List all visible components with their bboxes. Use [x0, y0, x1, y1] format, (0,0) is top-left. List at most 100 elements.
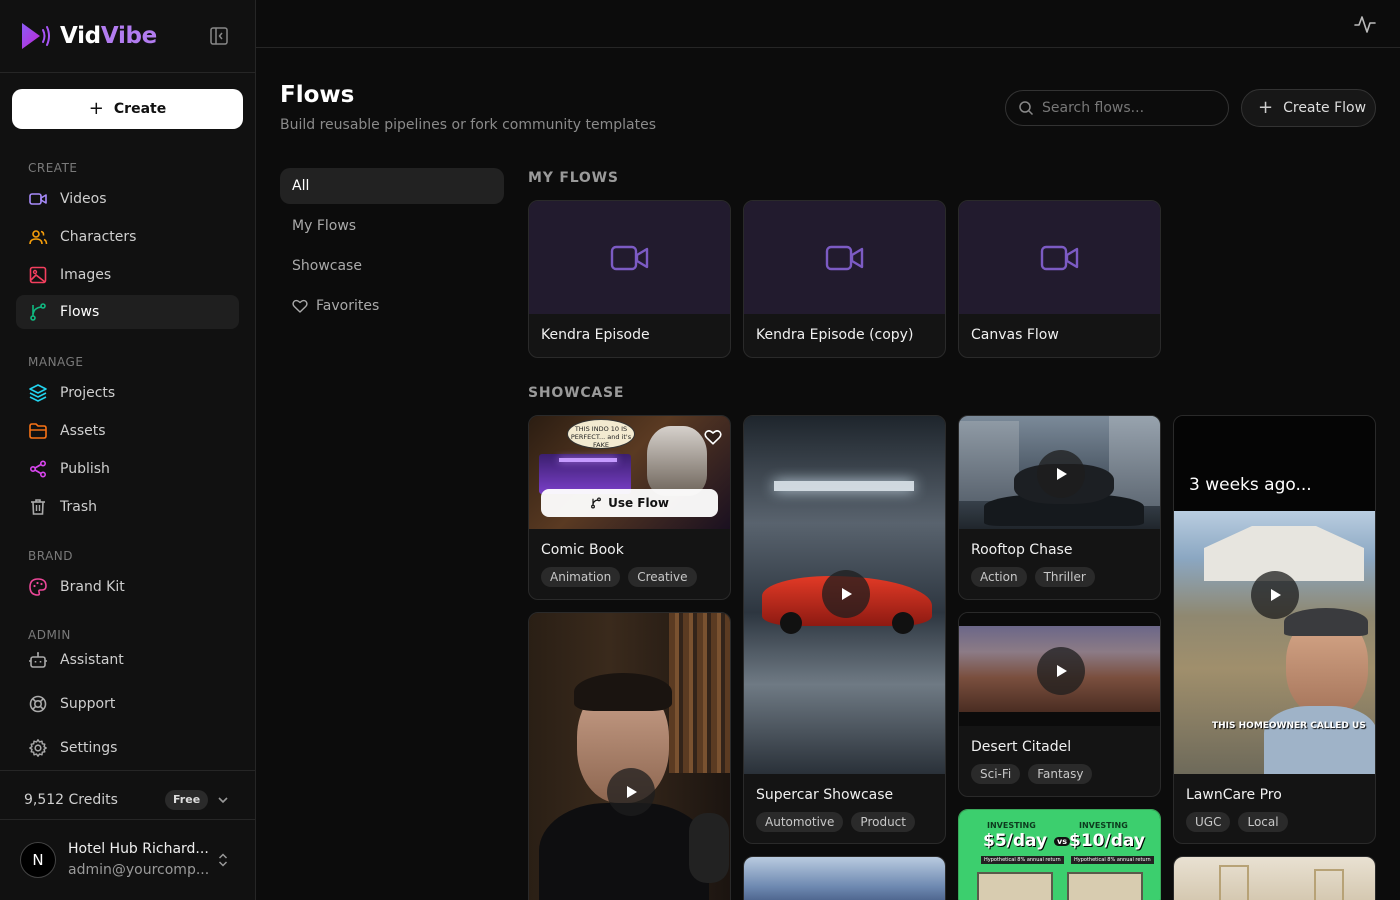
sidebar-item-support[interactable]: Support: [16, 687, 239, 721]
sidebar-item-settings[interactable]: Settings: [16, 731, 239, 765]
play-button[interactable]: [607, 768, 655, 816]
sidebar-item-publish[interactable]: Publish: [16, 452, 239, 486]
my-flow-card[interactable]: Kendra Episode: [528, 200, 731, 358]
thumbnail-frame: [1314, 869, 1344, 900]
my-flow-card[interactable]: Kendra Episode (copy): [743, 200, 946, 358]
showcase-card-partial[interactable]: [1173, 856, 1376, 900]
create-button[interactable]: + Create: [12, 89, 243, 129]
filter-showcase[interactable]: Showcase: [280, 248, 504, 284]
tag-list: UGC Local: [1186, 812, 1288, 832]
section-title-brand: BRAND: [28, 549, 74, 563]
video-thumbnail: [529, 613, 730, 900]
tag: Local: [1238, 812, 1288, 832]
sidebar-item-assets[interactable]: Assets: [16, 414, 239, 448]
lifebuoy-icon: [28, 694, 48, 714]
filter-label: My Flows: [292, 218, 357, 234]
play-button[interactable]: [822, 570, 870, 618]
flow-title: Kendra Episode: [541, 327, 650, 343]
my-flow-card[interactable]: Canvas Flow: [958, 200, 1161, 358]
thumbnail-text: INVESTING: [1079, 821, 1128, 830]
showcase-title: Desert Citadel: [971, 739, 1072, 755]
credits-row[interactable]: 9,512 Credits Free: [0, 781, 255, 819]
sidebar-item-label: Projects: [60, 385, 116, 401]
thumbnail-shape: [559, 458, 617, 462]
sidebar-item-label: Images: [60, 267, 112, 283]
showcase-card-supercar[interactable]: Supercar Showcase Automotive Product: [743, 415, 946, 844]
showcase-card-partial[interactable]: [743, 856, 946, 900]
showcase-card-comic-book[interactable]: THIS INDO 10 IS PERFECT... and it's FAKE…: [528, 415, 731, 600]
showcase-card-podcast[interactable]: [528, 612, 731, 900]
plus-icon: +: [1258, 96, 1274, 118]
play-button[interactable]: [1037, 647, 1085, 695]
users-icon: [28, 227, 48, 247]
thumbnail-suit: [539, 803, 709, 900]
sidebar-item-flows[interactable]: Flows: [16, 295, 239, 329]
thumbnail-text: INVESTING: [987, 821, 1036, 830]
sidebar-item-label: Flows: [60, 304, 100, 320]
divider: [0, 72, 255, 73]
showcase-card-desert-citadel[interactable]: Desert Citadel Sci-Fi Fantasy: [958, 612, 1161, 797]
search-input[interactable]: [1042, 100, 1212, 116]
top-bar: [256, 0, 1400, 48]
sidebar-item-projects[interactable]: Projects: [16, 376, 239, 410]
section-title-create: CREATE: [28, 161, 78, 175]
video-icon: [610, 245, 648, 270]
gear-icon: [28, 738, 48, 758]
play-icon: [1057, 468, 1067, 480]
brand-logo[interactable]: VidVibe: [20, 20, 157, 52]
video-thumbnail: [744, 857, 945, 900]
play-logo-icon: [22, 23, 50, 49]
showcase-card-investing[interactable]: INVESTING INVESTING $5/day vs $10/day Hy…: [958, 809, 1161, 900]
thumbnail-building: [1109, 416, 1160, 506]
favorite-heart-icon[interactable]: [704, 428, 722, 446]
search-box[interactable]: [1005, 90, 1229, 126]
flow-title: Canvas Flow: [971, 327, 1059, 343]
section-title-admin: ADMIN: [28, 628, 71, 640]
filter-label: Showcase: [292, 258, 362, 274]
filter-favorites[interactable]: Favorites: [280, 288, 504, 324]
thumbnail-bills: [1067, 872, 1143, 900]
search-icon: [1019, 101, 1034, 116]
filter-all[interactable]: All: [280, 168, 504, 204]
play-icon: [842, 588, 852, 600]
image-icon: [28, 265, 48, 285]
showcase-card-lawncare-pro[interactable]: 3 weeks ago... THIS HOMEOWNER CALLED US …: [1173, 415, 1376, 844]
brand-name: VidVibe: [60, 23, 157, 49]
play-icon: [1271, 589, 1281, 601]
showcase-card-rooftop-chase[interactable]: Rooftop Chase Action Thriller: [958, 415, 1161, 600]
sidebar-item-trash[interactable]: Trash: [16, 490, 239, 524]
thumbnail-bills: [977, 872, 1053, 900]
video-thumbnail: [1174, 857, 1375, 900]
sidebar-item-images[interactable]: Images: [16, 258, 239, 292]
activity-icon[interactable]: [1354, 13, 1376, 35]
play-button[interactable]: [1251, 571, 1299, 619]
sidebar-item-assistant[interactable]: Assistant: [16, 643, 239, 677]
play-button[interactable]: [1037, 450, 1085, 498]
video-thumbnail: INVESTING INVESTING $5/day vs $10/day Hy…: [959, 810, 1160, 900]
thumbnail-caption: 3 weeks ago...: [1189, 475, 1312, 495]
thumbnail-shirt: [1264, 706, 1375, 774]
create-flow-button[interactable]: + Create Flow: [1241, 89, 1376, 127]
video-icon: [28, 189, 48, 209]
sidebar-item-brand-kit[interactable]: Brand Kit: [16, 570, 239, 604]
filter-my-flows[interactable]: My Flows: [280, 208, 504, 244]
thumbnail-shape: [647, 426, 707, 496]
chevron-down-icon[interactable]: [216, 793, 230, 807]
video-icon: [1040, 245, 1078, 270]
filter-label: Favorites: [316, 298, 380, 314]
sidebar: VidVibe + Create CREATE Videos Character…: [0, 0, 256, 900]
use-flow-button[interactable]: Use Flow: [541, 489, 718, 517]
flow-thumbnail: [959, 201, 1160, 314]
sidebar-item-videos[interactable]: Videos: [16, 182, 239, 216]
use-flow-label: Use Flow: [608, 496, 669, 510]
tag: Thriller: [1034, 567, 1095, 587]
user-menu[interactable]: N Hotel Hub Richard... admin@yourcomp...: [0, 828, 255, 892]
thumbnail-ceiling-light: [774, 481, 914, 491]
sidebar-collapse-icon[interactable]: [208, 25, 230, 47]
admin-title-clip: ADMIN: [0, 626, 255, 640]
thumbnail-microphone: [689, 813, 729, 883]
thumbnail-hair: [574, 673, 672, 711]
tag: Creative: [628, 567, 697, 587]
sidebar-item-characters[interactable]: Characters: [16, 220, 239, 254]
flow-icon: [28, 302, 48, 322]
